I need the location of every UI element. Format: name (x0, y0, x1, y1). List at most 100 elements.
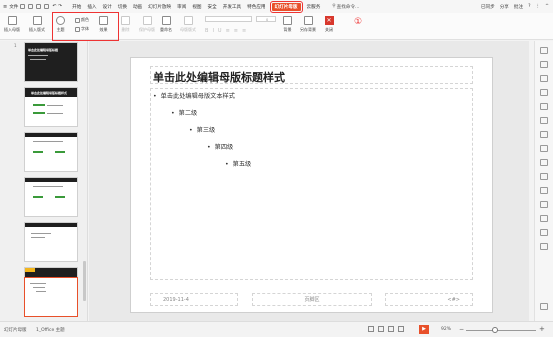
animation-icon[interactable] (540, 103, 548, 110)
text-level-1[interactable]: 单击此处编辑母版文本样式 (153, 91, 235, 100)
tab-animation[interactable]: 动画 (133, 4, 142, 10)
style-icon[interactable] (540, 75, 548, 82)
play-slideshow-button[interactable]: ▶ (419, 325, 429, 334)
master-slide[interactable]: 单击此处编辑母版标题样式 单击此处编辑母版文本样式 第二级 第三级 第四级 第五… (130, 57, 493, 313)
right-task-pane (534, 41, 553, 321)
search-label: 查找命令... (336, 4, 360, 10)
zoom-slider-handle[interactable] (492, 327, 498, 333)
help-pane-icon[interactable] (540, 229, 548, 236)
body-placeholder[interactable] (150, 88, 473, 280)
footer-slide-number[interactable]: <#> (385, 293, 473, 306)
table-icon[interactable] (540, 131, 548, 138)
close-master-button[interactable]: ✕ 关闭 (323, 16, 335, 33)
save-background-button[interactable]: 另存背景 (300, 16, 316, 33)
italic-icon[interactable]: I (212, 28, 213, 34)
align-center-icon[interactable]: ≡ (234, 28, 238, 34)
thumb-layout-1[interactable]: 单击此处编辑母版标题样式 (24, 87, 78, 127)
save-icon[interactable] (28, 4, 34, 9)
thumb-layout-2[interactable] (24, 132, 78, 172)
select-icon[interactable] (540, 61, 548, 68)
underline-icon[interactable]: U (218, 28, 222, 34)
search-icon: ⚲ (332, 4, 336, 9)
thumb-master[interactable]: 单击此处编辑母版标题 (24, 42, 78, 82)
text-level-4[interactable]: 第四级 (207, 142, 234, 151)
share-button[interactable]: 分享 (500, 4, 509, 10)
tab-slideshow[interactable]: 幻灯片放映 (148, 4, 171, 10)
zoom-out-icon[interactable]: − (459, 326, 464, 333)
thumb-layout-4[interactable] (24, 222, 78, 262)
zoom-in-icon[interactable]: + (539, 325, 545, 333)
tab-slide-master[interactable]: 幻灯片母版 (269, 0, 303, 13)
master-layout-button[interactable]: 母版版式 (180, 16, 196, 33)
more-pane-icon[interactable] (540, 303, 548, 310)
tab-design[interactable]: 设计 (103, 4, 112, 10)
redo-icon[interactable]: ↷ (58, 4, 62, 9)
grid-icon[interactable] (540, 243, 548, 250)
property-icon[interactable] (540, 117, 548, 124)
tab-transition[interactable]: 切换 (118, 4, 127, 10)
footer-date[interactable]: 2019-11-4 (150, 293, 238, 306)
tab-developer[interactable]: 开发工具 (223, 4, 241, 10)
backup-icon[interactable] (540, 173, 548, 180)
undo-icon[interactable]: ↶ (52, 4, 56, 9)
audio-icon[interactable] (540, 187, 548, 194)
shape-icon[interactable] (540, 89, 548, 96)
print-icon[interactable] (36, 4, 42, 9)
thumbnail-scrollbar[interactable] (83, 41, 86, 321)
settings-icon[interactable] (540, 215, 548, 222)
align-left-icon[interactable]: ≡ (226, 28, 230, 34)
thumb-layout-3[interactable] (24, 177, 78, 217)
bold-icon[interactable]: B (205, 28, 208, 34)
sorter-view-icon[interactable] (388, 326, 394, 332)
pane-collapse-icon[interactable] (540, 47, 548, 54)
preview-icon[interactable] (44, 4, 50, 9)
thumb-stripe (25, 268, 35, 272)
protect-master-button[interactable]: 保护母版 (139, 16, 155, 33)
cloud-sync-status[interactable]: 已同步 (481, 4, 495, 10)
history-icon[interactable] (540, 201, 548, 208)
reading-view-icon[interactable] (398, 326, 404, 332)
thumb-header (25, 223, 77, 227)
file-menu[interactable]: 文件 (9, 4, 18, 10)
chart-icon[interactable] (540, 145, 548, 152)
text-level-2[interactable]: 第二级 (171, 108, 198, 117)
text-level-3[interactable]: 第三级 (189, 125, 216, 134)
collapse-icon[interactable]: ^ (545, 4, 549, 9)
tab-cloud[interactable]: 云服务 (307, 4, 321, 10)
tab-security[interactable]: 安全 (208, 4, 217, 10)
insert-master-button[interactable]: 插入母版 (4, 16, 20, 33)
zoom-level[interactable]: 92% (441, 327, 451, 332)
tab-features[interactable]: 特色应用 (247, 4, 265, 10)
resource-icon[interactable] (540, 159, 548, 166)
close-label: 关闭 (325, 27, 333, 32)
tab-home[interactable]: 开始 (72, 4, 81, 10)
tab-review[interactable]: 审阅 (177, 4, 186, 10)
font-size-select[interactable]: 0 (256, 16, 276, 22)
insert-layout-button[interactable]: 插入版式 (29, 16, 45, 33)
thumb-layout-6-selected[interactable] (24, 277, 78, 317)
command-search[interactable]: ⚲ 查找命令... (332, 4, 359, 10)
delete-button[interactable]: 删除 (121, 16, 130, 33)
protect-master-label: 保护母版 (139, 27, 155, 32)
rename-button[interactable]: 重命名 (160, 16, 172, 33)
comment-button[interactable]: 批注 (514, 4, 523, 10)
slide-title[interactable]: 单击此处编辑母版标题样式 (153, 69, 285, 85)
background-button[interactable]: 背景 (283, 16, 292, 33)
rename-icon (161, 16, 171, 25)
tab-view[interactable]: 视图 (192, 4, 201, 10)
footer-text[interactable]: 页脚区 (252, 293, 372, 306)
open-icon[interactable] (20, 4, 26, 9)
normal-view-icon[interactable] (378, 326, 384, 332)
notes-icon[interactable] (368, 326, 374, 332)
tab-insert[interactable]: 插入 (87, 4, 96, 10)
help-icon[interactable]: ? (528, 4, 530, 9)
ribbon-tabs: 开始 插入 设计 切换 动画 幻灯片放映 审阅 视图 安全 开发工具 特色应用 … (72, 0, 359, 13)
menu-icon[interactable]: ≡ (3, 4, 7, 10)
slide-thumbnail-pane: 1 单击此处编辑母版标题 单击此处编辑母版标题样式 (0, 41, 88, 321)
more-icon[interactable]: ⋮ (536, 4, 541, 9)
text-level-5[interactable]: 第五级 (225, 159, 252, 168)
zoom-slider[interactable] (466, 330, 536, 331)
scrollbar-knob[interactable] (83, 261, 86, 301)
font-family-select[interactable] (205, 16, 252, 22)
align-right-icon[interactable]: ≡ (242, 28, 246, 34)
